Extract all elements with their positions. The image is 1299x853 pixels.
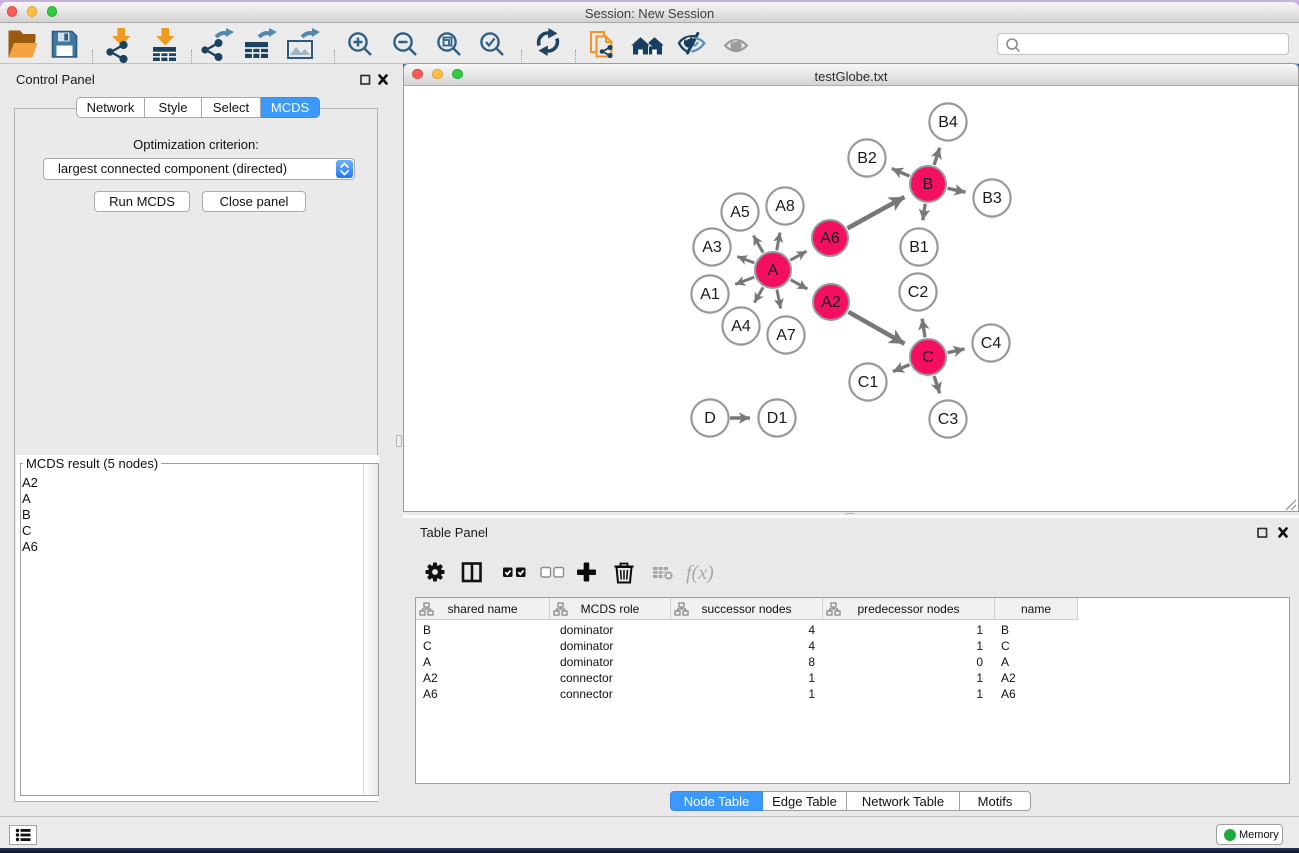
svg-text:B1: B1	[909, 239, 929, 256]
svg-text:A2: A2	[821, 294, 841, 311]
svg-text:B3: B3	[982, 190, 1002, 207]
svg-text:A4: A4	[731, 318, 751, 335]
svg-text:B4: B4	[938, 114, 958, 131]
svg-text:A6: A6	[820, 230, 840, 247]
svg-text:A3: A3	[702, 239, 722, 256]
svg-text:B: B	[923, 176, 934, 193]
svg-text:A1: A1	[700, 286, 720, 303]
svg-text:A: A	[768, 262, 779, 279]
svg-text:C1: C1	[858, 374, 879, 391]
svg-text:B2: B2	[857, 150, 877, 167]
svg-text:A7: A7	[776, 327, 796, 344]
svg-text:D: D	[704, 410, 716, 427]
svg-text:C: C	[922, 349, 934, 366]
svg-text:C2: C2	[908, 284, 929, 301]
svg-text:A8: A8	[775, 198, 795, 215]
svg-text:C4: C4	[981, 335, 1002, 352]
svg-text:A5: A5	[730, 204, 750, 221]
svg-text:D1: D1	[767, 410, 788, 427]
svg-text:f(x): f(x)	[686, 562, 714, 584]
svg-text:C3: C3	[938, 411, 959, 428]
